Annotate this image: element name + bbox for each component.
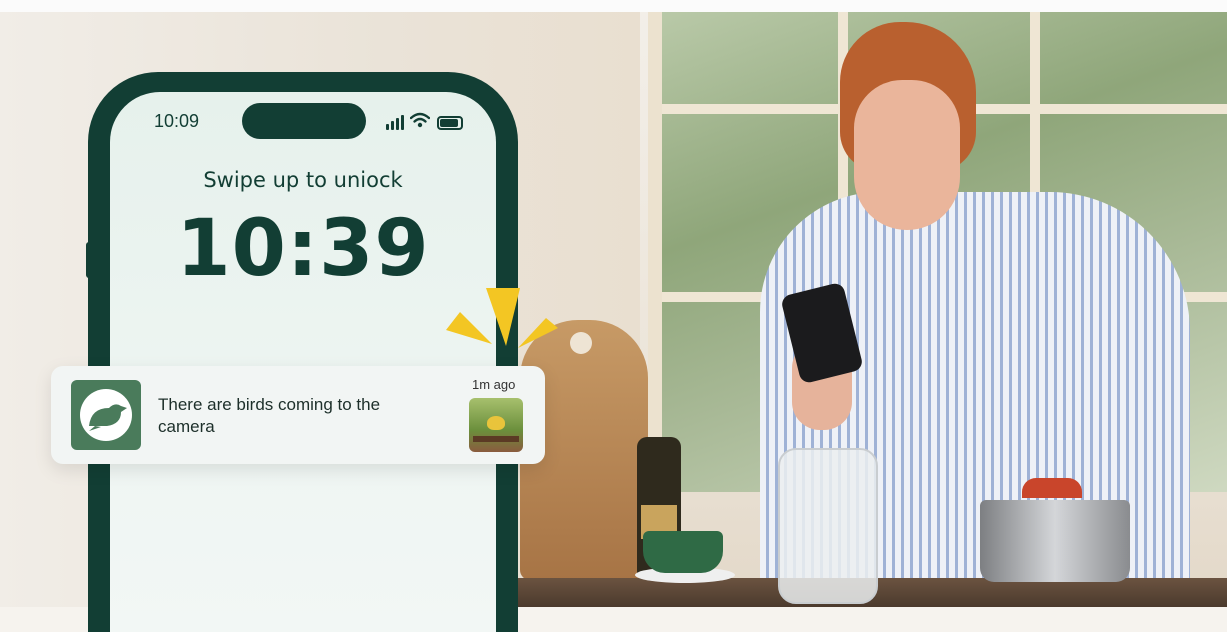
spark-icon: [446, 288, 558, 348]
green-cup: [643, 531, 723, 573]
lock-screen-clock: 10:39: [176, 204, 430, 294]
cooking-pot: [980, 500, 1130, 582]
lock-screen[interactable]: 10:09 Swipe up to uniock 10:39: [110, 92, 496, 632]
notification-message: There are birds coming to the camera: [158, 395, 381, 436]
battery-icon: [437, 116, 463, 130]
status-icons: [386, 112, 466, 130]
top-frame: [0, 0, 1227, 12]
dynamic-island: [242, 103, 366, 139]
swipe-up-prompt: Swipe up to uniock: [203, 168, 403, 192]
push-notification[interactable]: There are birds coming to the camera 1m …: [51, 366, 545, 464]
smiling-face: [854, 80, 960, 230]
status-bar-time: 10:09: [154, 111, 200, 131]
notification-timestamp: 1m ago: [472, 377, 516, 392]
cutting-board-hole: [570, 332, 592, 354]
pot-handle: [1022, 478, 1082, 498]
bird-icon: [71, 380, 141, 450]
bird-thumbnail-figure: [487, 416, 505, 430]
wifi-icon: [410, 112, 430, 128]
bird-at-feeder-thumbnail[interactable]: [469, 398, 523, 452]
sugar-cube-jar: [778, 448, 878, 604]
feeder-thumbnail-figure: [473, 436, 519, 442]
